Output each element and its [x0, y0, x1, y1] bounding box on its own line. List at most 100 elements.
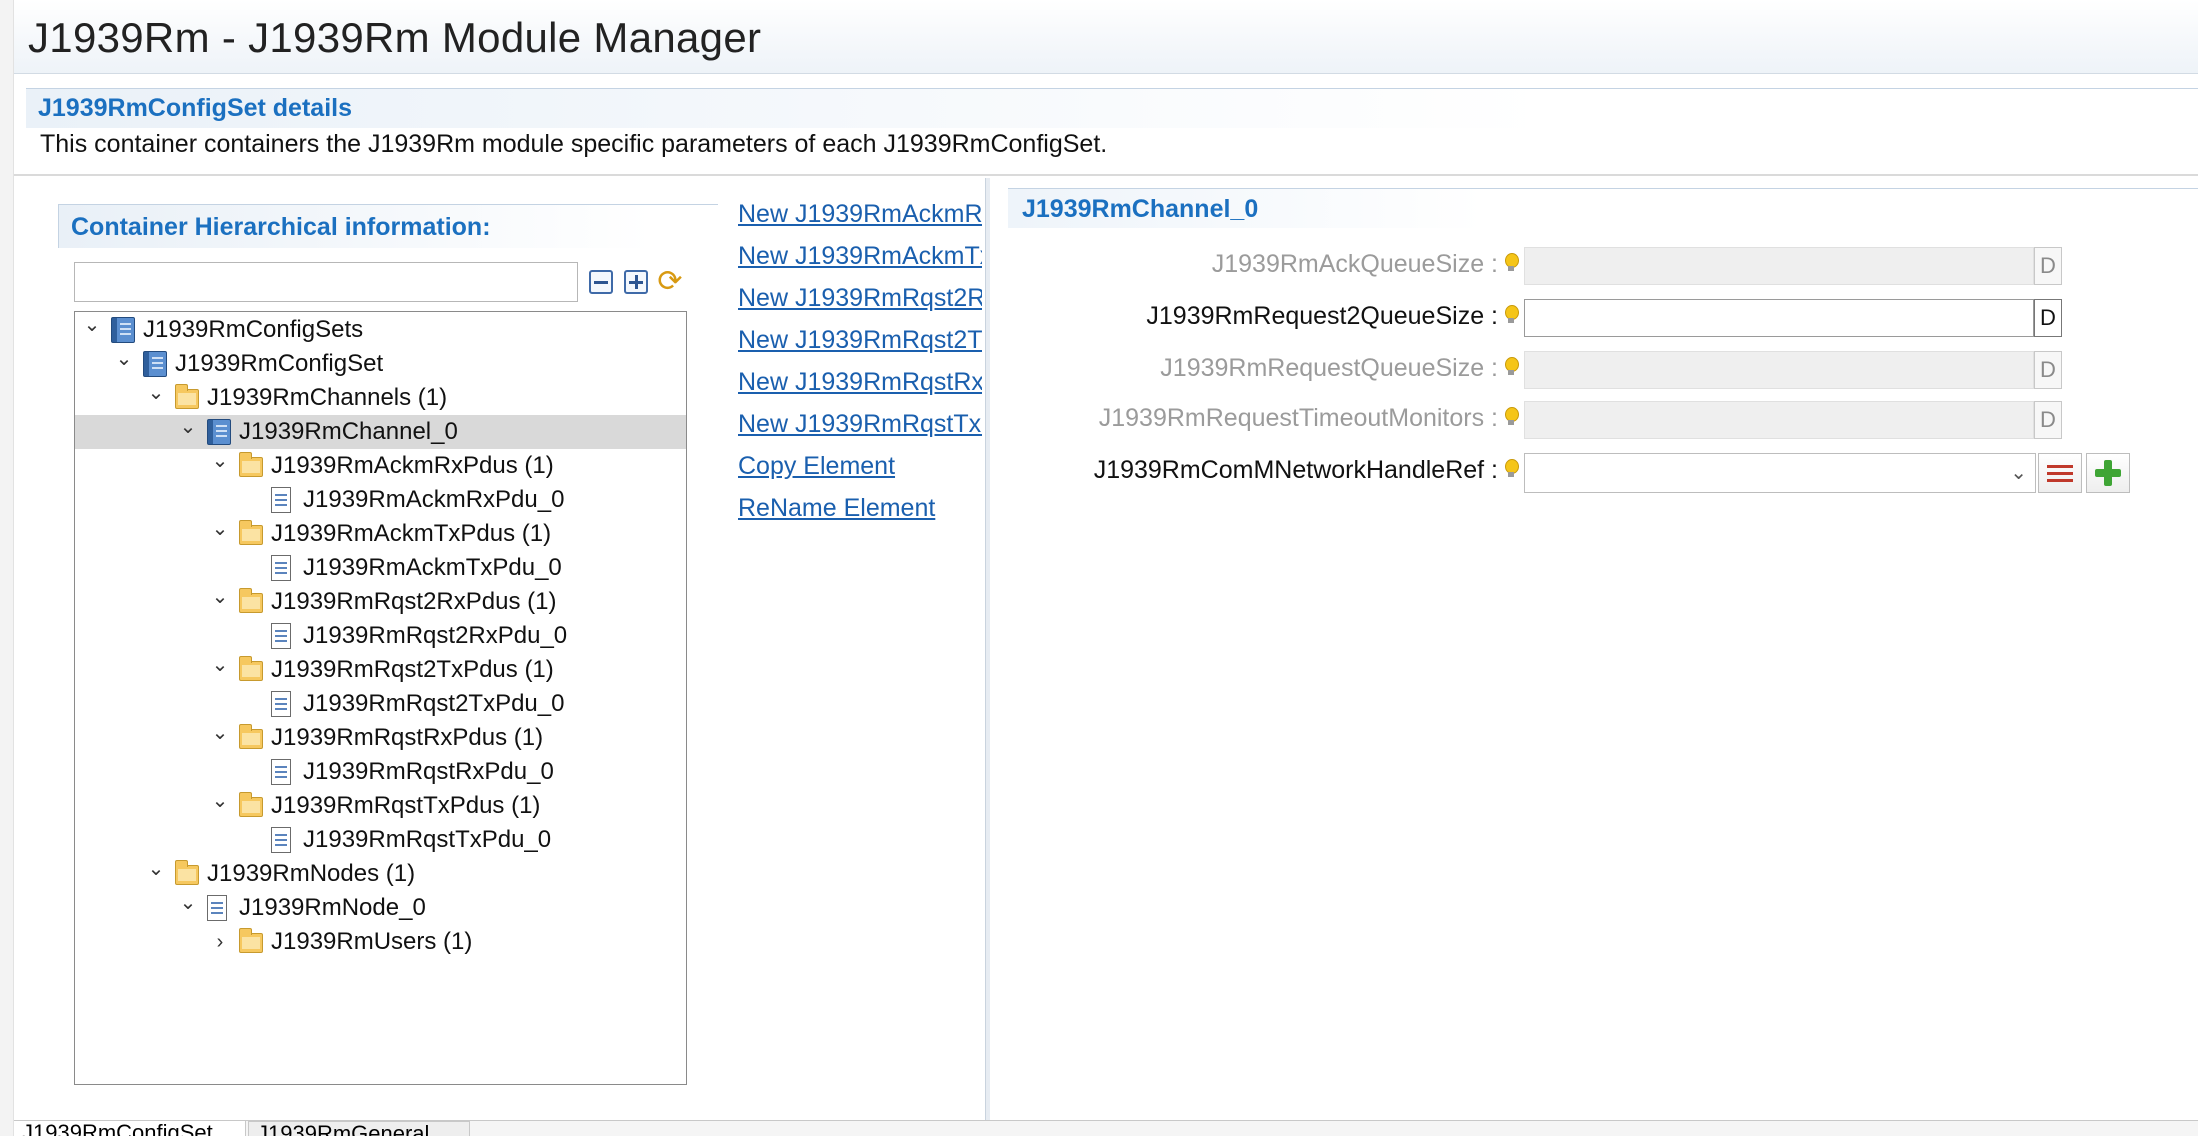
chevron-down-icon[interactable]: ⌄ — [177, 417, 199, 446]
chevron-down-icon[interactable]: ⌄ — [209, 723, 231, 752]
param-label: J1939RmRequestTimeoutMonitors : — [1098, 404, 1498, 432]
expand-all-icon — [624, 270, 648, 294]
tab-general[interactable]: J1939RmGeneral — [248, 1121, 470, 1136]
tree-item-label: J1939RmAckmRxPdu_0 — [303, 486, 565, 513]
action-link[interactable]: Copy Element — [738, 452, 982, 494]
tree-item[interactable]: J1939RmRqst2TxPdu_0 — [75, 687, 686, 721]
reference-list-button[interactable] — [2038, 453, 2082, 493]
chevron-down-icon[interactable]: ⌄ — [209, 587, 231, 616]
action-link[interactable]: New J1939RmRqstRxPdus — [738, 368, 982, 410]
chevron-down-icon[interactable]: ⌄ — [145, 859, 167, 888]
add-reference-button[interactable] — [2086, 453, 2130, 493]
tree-item[interactable]: J1939RmAckmTxPdu_0 — [75, 551, 686, 585]
folder-icon — [239, 928, 263, 953]
container-icon — [207, 419, 231, 445]
action-link[interactable]: New J1939RmRqst2RxPdus — [738, 284, 982, 326]
lightbulb-icon[interactable] — [1504, 305, 1519, 327]
vertical-splitter[interactable] — [985, 178, 990, 1136]
default-value-button[interactable]: D — [2034, 401, 2062, 439]
folder-icon — [239, 452, 263, 477]
container-tree[interactable]: ⌄ J1939RmConfigSets ⌄ J1939RmConfigSet ⌄ J193… — [74, 311, 687, 1085]
param-value-field[interactable] — [1524, 299, 2034, 337]
default-value-button[interactable]: D — [2034, 299, 2062, 337]
hierarchy-section-header[interactable]: Container Hierarchical information: — [58, 204, 718, 248]
action-link[interactable]: New J1939RmRqstTxPdus — [738, 410, 982, 452]
document-icon — [207, 895, 227, 921]
tree-filter-input[interactable] — [74, 262, 578, 302]
details-description: This container containers the J1939Rm mo… — [40, 130, 1108, 158]
action-link[interactable]: New J1939RmAckmTxPdus — [738, 242, 982, 284]
comm-network-handle-ref-select[interactable]: ⌄ — [1524, 453, 2036, 493]
channel-section-header[interactable]: J1939RmChannel_0 — [1008, 188, 2198, 228]
tree-item[interactable]: J1939RmRqstTxPdu_0 — [75, 823, 686, 857]
tree-item[interactable]: J1939RmRqstRxPdu_0 — [75, 755, 686, 789]
tree-item[interactable]: ⌄ J1939RmNodes (1) — [75, 857, 686, 891]
hierarchy-section-title: Container Hierarchical information: — [71, 213, 491, 241]
tree-item-label: J1939RmNodes (1) — [207, 860, 416, 887]
tree-item[interactable]: ⌄ J1939RmAckmTxPdus (1) — [75, 517, 686, 551]
channel-section-title: J1939RmChannel_0 — [1022, 195, 1259, 223]
document-icon — [271, 759, 291, 785]
document-icon — [271, 827, 291, 853]
tree-item[interactable]: ⌄ J1939RmNode_0 — [75, 891, 686, 925]
chevron-right-icon[interactable]: › — [209, 928, 231, 956]
tree-item-label: J1939RmRqstRxPdus (1) — [271, 724, 544, 751]
lightbulb-icon[interactable] — [1504, 407, 1519, 429]
tree-item-label: J1939RmRqst2TxPdu_0 — [303, 690, 565, 717]
chevron-down-icon[interactable]: ⌄ — [209, 451, 231, 480]
lightbulb-icon[interactable] — [1504, 357, 1519, 379]
tree-item[interactable]: ⌄ J1939RmChannels (1) — [75, 381, 686, 415]
bottom-tab-bar: J1939RmConfigSet J1939RmGeneral — [14, 1120, 2198, 1136]
tree-item[interactable]: › J1939RmUsers (1) — [75, 925, 686, 959]
expand-all-button[interactable] — [621, 266, 651, 298]
default-value-button[interactable]: D — [2034, 247, 2062, 285]
action-link[interactable]: New J1939RmAckmRxPdus — [738, 200, 982, 242]
lightbulb-icon[interactable] — [1504, 459, 1519, 481]
chevron-down-icon[interactable]: ⌄ — [177, 893, 199, 922]
document-icon — [271, 691, 291, 717]
param-value-field — [1524, 401, 2034, 439]
tree-item-label: J1939RmRqst2RxPdus (1) — [271, 588, 557, 615]
chevron-down-icon[interactable]: ⌄ — [145, 383, 167, 412]
chevron-down-icon[interactable]: ⌄ — [209, 655, 231, 684]
param-row: J1939RmRequestTimeoutMonitors : D — [1000, 398, 2198, 440]
tree-item[interactable]: ⌄ J1939RmRqstRxPdus (1) — [75, 721, 686, 755]
param-row: J1939RmRequest2QueueSize : D — [1000, 296, 2198, 338]
chevron-down-icon[interactable]: ⌄ — [113, 349, 135, 378]
chevron-down-icon[interactable]: ⌄ — [81, 315, 103, 344]
details-section-header[interactable]: J1939RmConfigSet details — [26, 88, 2198, 128]
folder-icon — [175, 860, 199, 885]
tree-item[interactable]: ⌄ J1939RmRqstTxPdus (1) — [75, 789, 686, 823]
tree-item[interactable]: ⌄ J1939RmRqst2TxPdus (1) — [75, 653, 686, 687]
tree-item-label: J1939RmAckmRxPdus (1) — [271, 452, 554, 479]
sync-button[interactable]: ⟳ — [655, 266, 685, 298]
left-window-edge — [0, 0, 14, 1136]
folder-icon — [239, 724, 263, 749]
document-icon — [271, 487, 291, 513]
tree-item-label: J1939RmRqst2TxPdus (1) — [271, 656, 554, 683]
tree-item[interactable]: J1939RmRqst2RxPdu_0 — [75, 619, 686, 653]
param-label: J1939RmRequest2QueueSize : — [1146, 302, 1498, 330]
lightbulb-icon[interactable] — [1504, 253, 1519, 275]
param-row: J1939RmRequestQueueSize : D — [1000, 348, 2198, 390]
tree-item[interactable]: ⌄ J1939RmAckmRxPdus (1) — [75, 449, 686, 483]
tree-item-label: J1939RmAckmTxPdu_0 — [303, 554, 562, 581]
tab-config-set[interactable]: J1939RmConfigSet — [14, 1121, 246, 1136]
action-link[interactable]: ReName Element — [738, 494, 982, 536]
chevron-down-icon[interactable]: ⌄ — [209, 791, 231, 820]
tree-item[interactable]: ⌄ J1939RmRqst2RxPdus (1) — [75, 585, 686, 619]
default-value-button[interactable]: D — [2034, 351, 2062, 389]
tree-item[interactable]: J1939RmAckmRxPdu_0 — [75, 483, 686, 517]
param-row: J1939RmAckQueueSize : D — [1000, 244, 2198, 286]
chevron-down-icon[interactable]: ⌄ — [209, 519, 231, 548]
folder-icon — [239, 588, 263, 613]
collapse-all-button[interactable] — [586, 266, 616, 298]
tree-item[interactable]: ⌄ J1939RmChannel_0 — [75, 415, 686, 449]
tree-item[interactable]: ⌄ J1939RmConfigSets — [75, 313, 686, 347]
folder-icon — [175, 384, 199, 409]
folder-icon — [239, 656, 263, 681]
tree-item[interactable]: ⌄ J1939RmConfigSet — [75, 347, 686, 381]
collapse-all-icon — [589, 270, 613, 294]
tree-item-label: J1939RmChannels (1) — [207, 384, 448, 411]
action-link[interactable]: New J1939RmRqst2TxPdus — [738, 326, 982, 368]
